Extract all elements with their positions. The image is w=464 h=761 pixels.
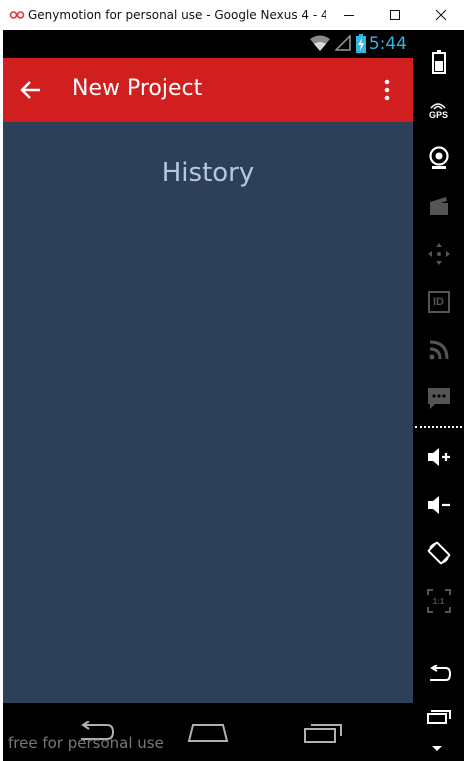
gps-icon: GPS bbox=[429, 101, 448, 120]
sms-tool[interactable] bbox=[413, 376, 464, 420]
sms-icon bbox=[427, 388, 450, 409]
window-titlebar: Genymotion for personal use - Google Nex… bbox=[0, 0, 464, 30]
back-arrow-icon bbox=[20, 81, 40, 99]
network-icon bbox=[429, 340, 448, 360]
maximize-button[interactable] bbox=[372, 0, 418, 30]
rotate-tool[interactable] bbox=[413, 531, 464, 575]
maximize-icon bbox=[390, 10, 400, 20]
overflow-menu-button[interactable] bbox=[375, 74, 399, 106]
screencast-icon bbox=[429, 197, 448, 215]
scroll-down-arrow[interactable] bbox=[432, 746, 442, 751]
pixel-perfect-tool[interactable]: 1:1 bbox=[413, 579, 464, 623]
identifiers-tool[interactable]: ID bbox=[413, 280, 464, 324]
history-heading: History bbox=[161, 158, 255, 188]
gps-tool[interactable]: GPS bbox=[413, 88, 464, 132]
identifiers-icon: ID bbox=[427, 291, 450, 313]
watermark-text: free for personal use bbox=[8, 734, 164, 752]
battery-icon bbox=[431, 50, 446, 74]
genymotion-logo-icon bbox=[6, 0, 28, 30]
status-time: 5:44 bbox=[368, 34, 407, 54]
nav-recent-button[interactable] bbox=[301, 717, 345, 747]
android-back-tool[interactable] bbox=[413, 652, 464, 696]
back-button[interactable] bbox=[15, 74, 47, 106]
volume-down-tool[interactable] bbox=[413, 483, 464, 527]
signal-icon bbox=[334, 34, 351, 56]
close-button[interactable] bbox=[418, 0, 464, 30]
status-bar: 5:44 bbox=[3, 30, 413, 58]
toolbar-divider bbox=[415, 426, 462, 428]
window-title: Genymotion for personal use - Google Nex… bbox=[28, 8, 326, 22]
network-tool[interactable] bbox=[413, 328, 464, 372]
pixel-perfect-label: 1:1 bbox=[432, 596, 445, 606]
screencast-tool[interactable] bbox=[413, 184, 464, 228]
android-recent-icon bbox=[426, 710, 451, 724]
app-bar: New Project bbox=[3, 58, 413, 122]
nav-home-button[interactable] bbox=[186, 717, 230, 747]
webcam-icon bbox=[428, 146, 449, 169]
remote-control-icon bbox=[427, 243, 450, 265]
minimize-icon bbox=[344, 15, 354, 16]
remote-control-tool[interactable] bbox=[413, 232, 464, 276]
overflow-menu-icon bbox=[384, 79, 390, 101]
genymotion-toolbar: GPS ID 1:1 bbox=[413, 30, 464, 761]
home-nav-icon bbox=[187, 724, 229, 742]
rotate-icon bbox=[427, 541, 450, 565]
navigation-bar bbox=[3, 703, 413, 761]
close-icon bbox=[435, 9, 447, 21]
volume-up-icon bbox=[427, 448, 450, 466]
app-bar-title: New Project bbox=[72, 76, 203, 101]
pixel-perfect-icon: 1:1 bbox=[426, 589, 451, 613]
android-screen: 5:44 New Project History free for person… bbox=[3, 30, 413, 761]
android-back-icon bbox=[429, 665, 451, 681]
battery-tool[interactable] bbox=[413, 40, 464, 84]
gps-label: GPS bbox=[428, 109, 448, 120]
battery-charging-icon bbox=[355, 34, 367, 59]
minimize-button[interactable] bbox=[326, 0, 372, 30]
android-recent-tool[interactable] bbox=[413, 704, 464, 730]
recent-apps-icon bbox=[304, 724, 342, 743]
webcam-tool[interactable] bbox=[413, 136, 464, 180]
wifi-icon bbox=[309, 34, 331, 57]
volume-down-icon bbox=[427, 496, 450, 514]
identifiers-label: ID bbox=[433, 296, 444, 308]
volume-up-tool[interactable] bbox=[413, 435, 464, 479]
